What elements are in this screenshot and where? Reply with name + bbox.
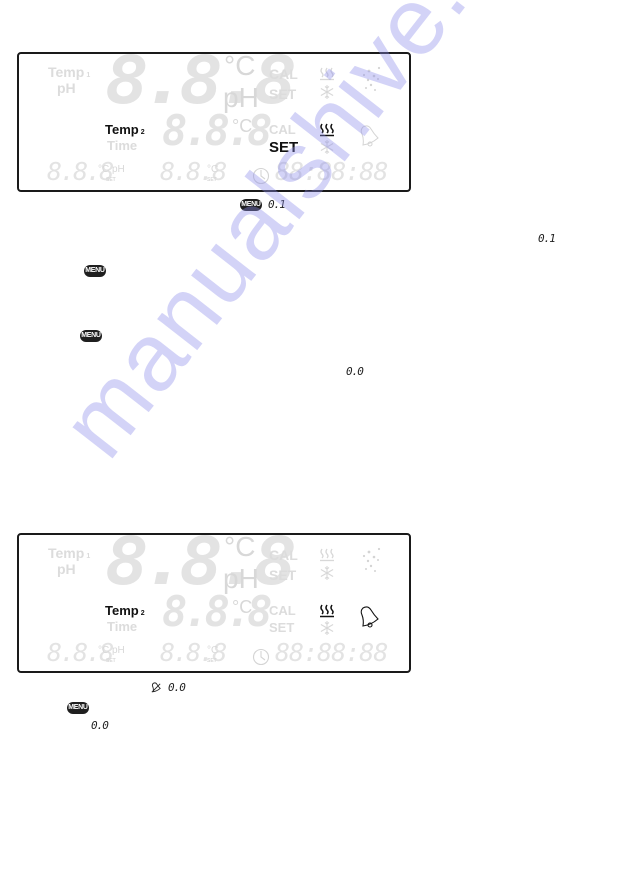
- small-left-unit: °C pH: [98, 164, 125, 175]
- clock-icon: [252, 648, 270, 666]
- heating-icon: [319, 123, 335, 137]
- label-set-bottom: SET: [269, 139, 299, 156]
- snowflake-icon: [320, 85, 334, 99]
- label-set-top: SET: [269, 86, 297, 102]
- clock-icon: [252, 167, 270, 185]
- second-reading-digits: 8.8.8: [162, 587, 272, 636]
- label-set-bottom: SET: [269, 620, 295, 635]
- value-display-0-0: 0.0: [91, 719, 109, 732]
- small-mid-set: SET: [207, 177, 217, 183]
- small-mid-unit: °C: [207, 164, 219, 175]
- snowflake-icon: [320, 140, 334, 154]
- label-temp1: Temp 1: [48, 545, 91, 561]
- bubbles-icon: [359, 66, 383, 92]
- label-ph: pH: [57, 561, 76, 577]
- snowflake-icon: [320, 621, 334, 635]
- lcd-display-diagram-1: Temp 1 pH 8.8.8 °C pH CAL SET Temp 2 Time …: [17, 42, 411, 192]
- unit-celsius-main: °C: [224, 50, 256, 81]
- small-left-set: SET: [106, 177, 116, 183]
- label-cal-top: CAL: [269, 547, 298, 563]
- label-cal-bottom: CAL: [269, 603, 296, 618]
- heating-icon: [319, 604, 335, 618]
- label-set-top: SET: [269, 567, 297, 583]
- unit-celsius-second: °C: [232, 116, 253, 136]
- value-display-0-0: 0.0: [346, 365, 364, 378]
- menu-key-icon: MENU: [84, 265, 106, 277]
- value-display-0-1: 0.1: [268, 198, 286, 211]
- snowflake-icon: [320, 566, 334, 580]
- lcd-display-diagram-2: Temp 1 pH 8.8.8 °C pH CAL SET Temp 2 Time …: [17, 523, 411, 673]
- label-cal-bottom: CAL: [269, 122, 296, 137]
- label-temp1: Temp 1: [48, 64, 91, 80]
- label-time: Time: [107, 138, 138, 153]
- unit-celsius-main: °C: [224, 531, 256, 562]
- menu-key-icon: MENU: [80, 330, 102, 342]
- label-ph: pH: [57, 80, 76, 96]
- clock-digits: 88:88:88: [275, 157, 388, 186]
- label-temp2: Temp 2: [105, 122, 145, 137]
- menu-key-icon: MENU: [67, 702, 89, 714]
- menu-key-icon: MENU: [240, 199, 262, 211]
- bell-mute-icon: [150, 682, 162, 694]
- clock-digits: 88:88:88: [275, 638, 388, 667]
- heating-icon: [319, 548, 335, 562]
- bell-icon: [357, 124, 381, 150]
- heating-icon: [319, 67, 335, 81]
- small-left-unit: °C pH: [98, 645, 125, 656]
- second-reading-digits: 8.8.8: [162, 106, 272, 155]
- unit-celsius-second: °C: [232, 597, 253, 617]
- label-temp2: Temp 2: [105, 603, 145, 618]
- value-display-0-1: 0.1: [538, 232, 556, 245]
- small-mid-unit: °C: [207, 645, 219, 656]
- label-cal-top: CAL: [269, 66, 298, 82]
- label-time: Time: [107, 619, 138, 634]
- small-mid-set: SET: [207, 658, 217, 664]
- bell-icon: [357, 605, 381, 631]
- value-display-0-0: 0.0: [168, 681, 186, 694]
- bubbles-icon: [359, 547, 383, 573]
- small-left-set: SET: [106, 658, 116, 664]
